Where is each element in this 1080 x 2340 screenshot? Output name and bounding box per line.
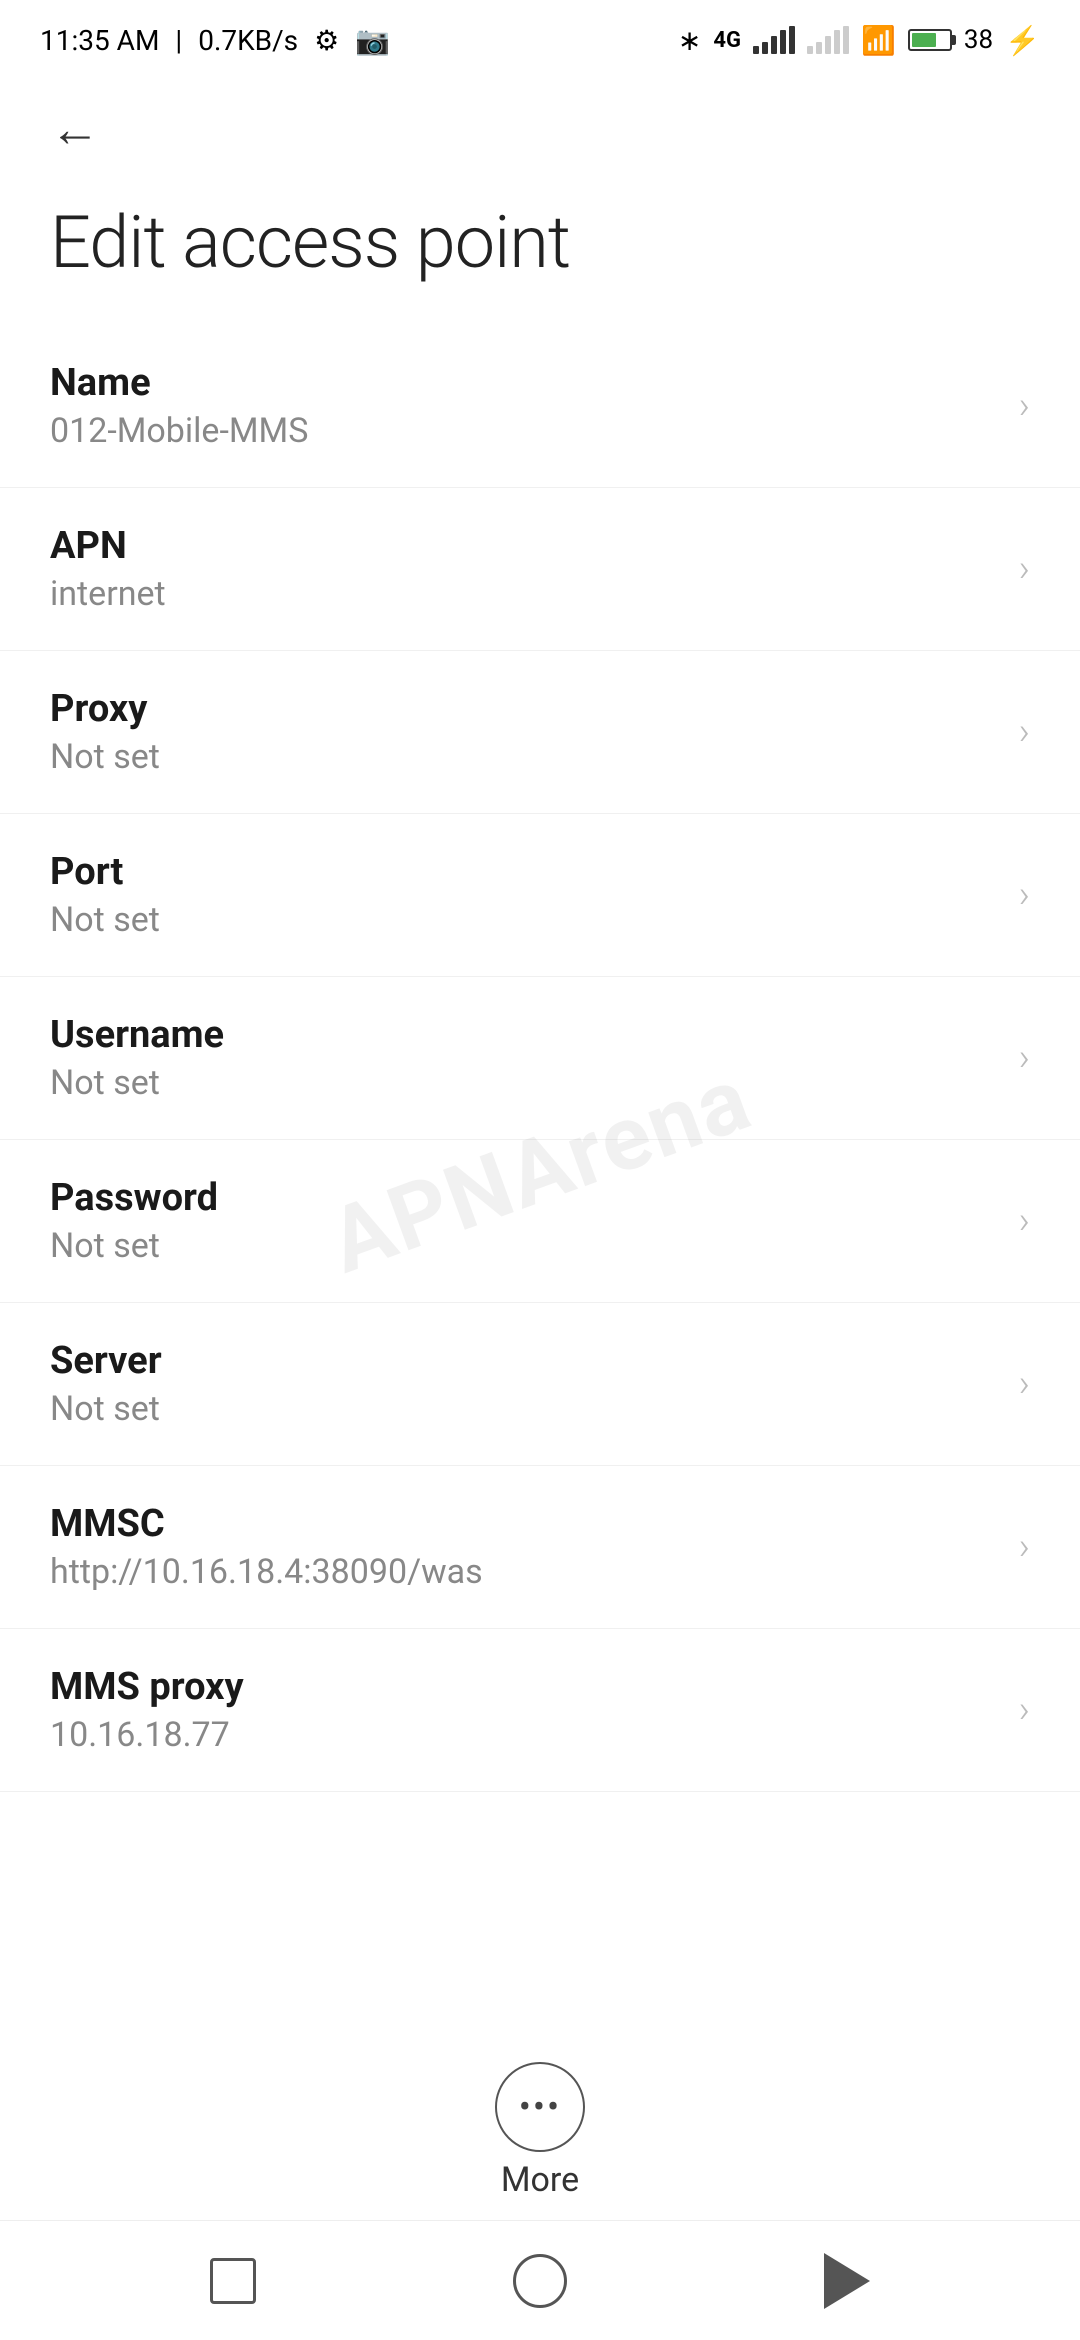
settings-label-mms-proxy: MMS proxy <box>50 1665 999 1709</box>
settings-item-content-password: Password Not set <box>50 1176 999 1266</box>
nav-back-button[interactable] <box>807 2241 887 2321</box>
settings-label-password: Password <box>50 1176 999 1220</box>
chevron-right-proxy: › <box>1019 710 1030 754</box>
settings-item-apn[interactable]: APN internet › <box>0 488 1080 651</box>
status-right: ∗ 4G 📶 38 ⚡ <box>678 24 1040 57</box>
chevron-right-mmsc: › <box>1019 1525 1030 1569</box>
chevron-right-port: › <box>1019 873 1030 917</box>
settings-item-port[interactable]: Port Not set › <box>0 814 1080 977</box>
settings-item-content-port: Port Not set <box>50 850 999 940</box>
status-bar: 11:35 AM | 0.7KB/s ⚙ 📷 ∗ 4G 📶 38 ⚡ <box>0 0 1080 80</box>
settings-label-name: Name <box>50 361 999 405</box>
back-arrow-icon: ← <box>50 105 100 155</box>
wifi-icon: 📶 <box>861 24 896 57</box>
chevron-right-apn: › <box>1019 547 1030 591</box>
home-icon <box>513 2254 567 2308</box>
camera-icon: 📷 <box>355 24 390 57</box>
more-label: More <box>501 2160 579 2200</box>
settings-item-content-proxy: Proxy Not set <box>50 687 999 777</box>
settings-item-server[interactable]: Server Not set › <box>0 1303 1080 1466</box>
chevron-right-name: › <box>1019 384 1030 428</box>
settings-label-server: Server <box>50 1339 999 1383</box>
charging-icon: ⚡ <box>1005 24 1040 57</box>
settings-item-content-mmsc: MMSC http://10.16.18.4:38090/was <box>50 1502 999 1592</box>
settings-label-port: Port <box>50 850 999 894</box>
settings-item-content-mms-proxy: MMS proxy 10.16.18.77 <box>50 1665 999 1755</box>
more-button[interactable]: ••• More <box>495 2062 585 2200</box>
settings-label-apn: APN <box>50 524 999 568</box>
nav-recents-button[interactable] <box>193 2241 273 2321</box>
separator: | <box>175 24 182 57</box>
settings-icon: ⚙ <box>314 24 339 57</box>
settings-item-content-server: Server Not set <box>50 1339 999 1429</box>
settings-value-port: Not set <box>50 900 999 940</box>
signal-bars-2 <box>807 26 849 54</box>
settings-value-mmsc: http://10.16.18.4:38090/was <box>50 1552 999 1592</box>
recents-icon <box>210 2258 256 2304</box>
settings-item-name[interactable]: Name 012-Mobile-MMS › <box>0 325 1080 488</box>
signal-bars-1 <box>753 26 795 54</box>
back-button[interactable]: ← <box>40 95 110 165</box>
speed-display: 0.7KB/s <box>198 24 298 57</box>
settings-item-content-name: Name 012-Mobile-MMS <box>50 361 999 451</box>
settings-value-username: Not set <box>50 1063 999 1103</box>
settings-value-password: Not set <box>50 1226 999 1266</box>
chevron-right-server: › <box>1019 1362 1030 1406</box>
settings-item-content-username: Username Not set <box>50 1013 999 1103</box>
settings-value-mms-proxy: 10.16.18.77 <box>50 1715 999 1755</box>
settings-value-proxy: Not set <box>50 737 999 777</box>
settings-value-server: Not set <box>50 1389 999 1429</box>
chevron-right-username: › <box>1019 1036 1030 1080</box>
bottom-nav <box>0 2220 1080 2340</box>
settings-label-proxy: Proxy <box>50 687 999 731</box>
page-title: Edit access point <box>0 180 1080 325</box>
settings-value-apn: internet <box>50 574 999 614</box>
nav-home-button[interactable] <box>500 2241 580 2321</box>
more-dots-icon: ••• <box>519 2089 561 2125</box>
settings-item-content-apn: APN internet <box>50 524 999 614</box>
time-display: 11:35 AM <box>40 24 159 57</box>
battery-percentage: 38 <box>964 25 993 55</box>
bluetooth-icon: ∗ <box>678 24 701 57</box>
back-icon <box>824 2253 870 2309</box>
top-nav: ← <box>0 80 1080 180</box>
chevron-right-password: › <box>1019 1199 1030 1243</box>
settings-item-mmsc[interactable]: MMSC http://10.16.18.4:38090/was › <box>0 1466 1080 1629</box>
settings-label-mmsc: MMSC <box>50 1502 999 1546</box>
settings-item-proxy[interactable]: Proxy Not set › <box>0 651 1080 814</box>
battery-icon <box>908 29 952 51</box>
settings-item-mms-proxy[interactable]: MMS proxy 10.16.18.77 › <box>0 1629 1080 1792</box>
more-circle-icon: ••• <box>495 2062 585 2152</box>
settings-item-password[interactable]: Password Not set › <box>0 1140 1080 1303</box>
chevron-right-mms-proxy: › <box>1019 1688 1030 1732</box>
status-left: 11:35 AM | 0.7KB/s ⚙ 📷 <box>40 24 390 57</box>
settings-value-name: 012-Mobile-MMS <box>50 411 999 451</box>
network-4g-icon: 4G <box>713 28 741 53</box>
settings-label-username: Username <box>50 1013 999 1057</box>
settings-list: Name 012-Mobile-MMS › APN internet › Pro… <box>0 325 1080 1792</box>
settings-item-username[interactable]: Username Not set › <box>0 977 1080 1140</box>
